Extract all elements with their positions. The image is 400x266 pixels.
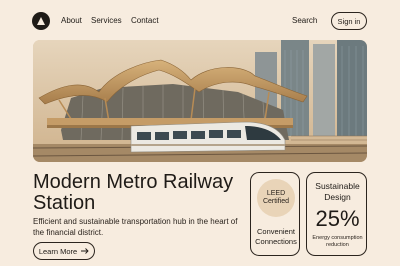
- learn-more-label: Learn More: [38, 246, 78, 256]
- train: [130, 121, 286, 153]
- nav-link-about[interactable]: About: [61, 16, 82, 25]
- connections-label-line1: Convenient: [257, 227, 295, 236]
- leed-card: LEED Certified Convenient Connections: [250, 172, 300, 256]
- energy-caption-line2: reduction: [326, 242, 349, 248]
- leed-badge-line1: LEED: [266, 190, 286, 197]
- leed-badge: LEED Certified: [257, 179, 295, 217]
- sign-in-button[interactable]: Sign in: [331, 12, 367, 30]
- page-title-line1: Modern Metro Railway: [33, 171, 234, 193]
- search-link[interactable]: Search: [292, 16, 317, 25]
- learn-more-button[interactable]: Learn More: [33, 242, 95, 260]
- description-text: Efficient and sustainable transportation…: [33, 217, 238, 237]
- sustainable-title-line2: Design: [324, 191, 351, 202]
- energy-caption-line1: Energy consumption: [312, 235, 363, 241]
- sustainable-title-line1: Sustainable: [315, 181, 360, 191]
- page-title-line2: Station: [33, 192, 96, 214]
- arrow-right-icon: [81, 248, 89, 254]
- top-navigation: About Services Contact Search Sign in: [0, 0, 400, 42]
- energy-reduction-stat: 25%: [315, 206, 360, 231]
- energy-reduction-caption: Energy consumption reduction: [307, 235, 368, 249]
- nav-link-contact[interactable]: Contact: [131, 16, 159, 25]
- page-title: Modern Metro Railway Station: [33, 172, 243, 214]
- logo-icon[interactable]: [32, 12, 50, 30]
- connections-label: Convenient Connections: [251, 227, 301, 247]
- sustainable-design-card: Sustainable Design 25% Energy consumptio…: [306, 172, 367, 256]
- nav-link-services[interactable]: Services: [91, 16, 122, 25]
- metro-station-illustration: [33, 40, 367, 162]
- hero-image: [33, 40, 367, 162]
- sustainable-design-title: Sustainable Design: [307, 181, 368, 202]
- connections-label-line2: Connections: [255, 237, 297, 246]
- leed-badge-line2: Certified: [262, 198, 290, 205]
